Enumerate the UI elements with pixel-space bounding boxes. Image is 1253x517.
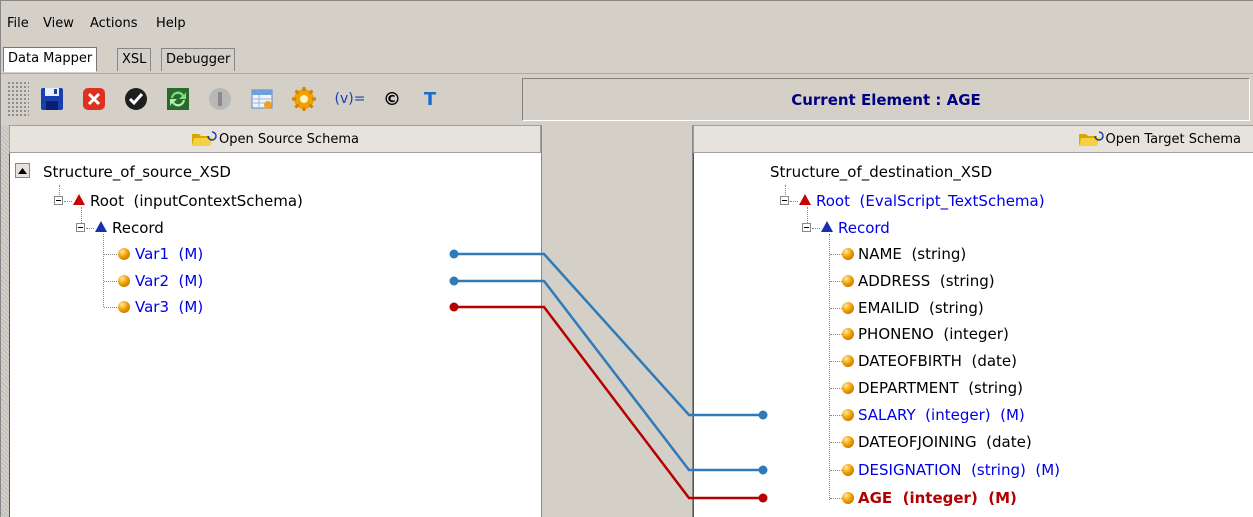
menu-help[interactable]: Help	[156, 16, 186, 31]
record-icon	[95, 221, 107, 232]
source-record-node[interactable]: Record	[112, 219, 164, 237]
target-field-address[interactable]: ADDRESS (string)	[858, 272, 995, 290]
target-field-dateofjoining[interactable]: DATEOFJOINING (date)	[858, 433, 1032, 451]
stop-icon[interactable]	[207, 86, 233, 112]
attribute-icon	[842, 328, 854, 340]
open-target-schema-button[interactable]: Open Target Schema	[693, 125, 1253, 153]
attribute-icon	[842, 492, 854, 504]
source-var1-node[interactable]: Var1 (M)	[135, 245, 203, 263]
settings-icon[interactable]	[291, 86, 317, 112]
target-field-department[interactable]: DEPARTMENT (string)	[858, 379, 1023, 397]
text-icon[interactable]: T	[417, 86, 443, 112]
app-window: File View Actions Help Data Mapper XSL D…	[0, 0, 1253, 517]
menu-view[interactable]: View	[43, 16, 74, 31]
target-record-node[interactable]: Record	[838, 219, 890, 237]
constant-icon[interactable]: ©	[379, 86, 405, 112]
mapping-canvas	[541, 125, 693, 517]
target-record-expander[interactable]	[802, 223, 811, 232]
menu-actions[interactable]: Actions	[90, 16, 138, 31]
open-source-schema-button[interactable]: Open Source Schema	[9, 125, 541, 153]
menu-file[interactable]: File	[7, 16, 29, 31]
target-field-designation[interactable]: DESIGNATION (string) (M)	[858, 461, 1060, 479]
target-field-emailid[interactable]: EMAILID (string)	[858, 299, 984, 317]
attribute-icon	[842, 355, 854, 367]
source-var3-node[interactable]: Var3 (M)	[135, 298, 203, 316]
attribute-icon	[842, 382, 854, 394]
attribute-icon	[842, 275, 854, 287]
target-field-salary[interactable]: SALARY (integer) (M)	[858, 406, 1025, 424]
tab-xsl[interactable]: XSL	[117, 48, 152, 71]
cancel-icon[interactable]	[81, 86, 107, 112]
element-red-icon	[799, 194, 811, 205]
toolbar-grip[interactable]	[7, 81, 29, 117]
variable-icon[interactable]: (v)=	[333, 86, 367, 112]
target-field-name[interactable]: NAME (string)	[858, 245, 966, 263]
attribute-icon	[842, 248, 854, 260]
source-record-expander[interactable]	[76, 223, 85, 232]
target-field-age[interactable]: AGE (integer) (M)	[858, 489, 1017, 507]
open-target-schema-label: Open Target Schema	[1105, 131, 1241, 147]
attribute-icon	[118, 275, 130, 287]
left-splitter[interactable]	[1, 125, 9, 517]
splitter-left	[541, 125, 542, 517]
folder-open-icon	[1078, 131, 1104, 146]
menu-bar: File View Actions Help	[1, 1, 1253, 39]
table-icon[interactable]	[249, 86, 275, 112]
target-root-node[interactable]: Root (EvalScript_TextSchema)	[816, 192, 1045, 210]
save-icon[interactable]	[39, 86, 65, 112]
target-field-phoneno[interactable]: PHONENO (integer)	[858, 325, 1009, 343]
refresh-icon[interactable]	[165, 86, 191, 112]
attribute-icon	[842, 409, 854, 421]
scroll-up-button[interactable]	[15, 163, 30, 178]
tab-debugger[interactable]: Debugger	[161, 48, 236, 71]
attribute-icon	[842, 464, 854, 476]
source-root-title: Structure_of_source_XSD	[43, 163, 231, 181]
tab-strip: Data Mapper XSL Debugger	[1, 44, 1253, 74]
attribute-icon	[842, 302, 854, 314]
current-element-label: Current Element : AGE	[522, 78, 1250, 121]
source-root-node[interactable]: Root (inputContextSchema)	[90, 192, 303, 210]
source-var2-node[interactable]: Var2 (M)	[135, 272, 203, 290]
source-root-expander[interactable]	[54, 196, 63, 205]
attribute-icon	[118, 301, 130, 313]
record-icon	[821, 221, 833, 232]
target-root-title: Structure_of_destination_XSD	[770, 163, 993, 181]
open-source-schema-label: Open Source Schema	[219, 131, 359, 147]
toolbar: (v)= © T	[1, 74, 521, 124]
folder-open-icon	[192, 131, 217, 146]
target-root-expander[interactable]	[780, 196, 789, 205]
tab-data-mapper[interactable]: Data Mapper	[3, 47, 98, 72]
validate-icon[interactable]	[123, 86, 149, 112]
attribute-icon	[118, 248, 130, 260]
attribute-icon	[842, 436, 854, 448]
target-field-dateofbirth[interactable]: DATEOFBIRTH (date)	[858, 352, 1017, 370]
element-red-icon	[73, 194, 85, 205]
